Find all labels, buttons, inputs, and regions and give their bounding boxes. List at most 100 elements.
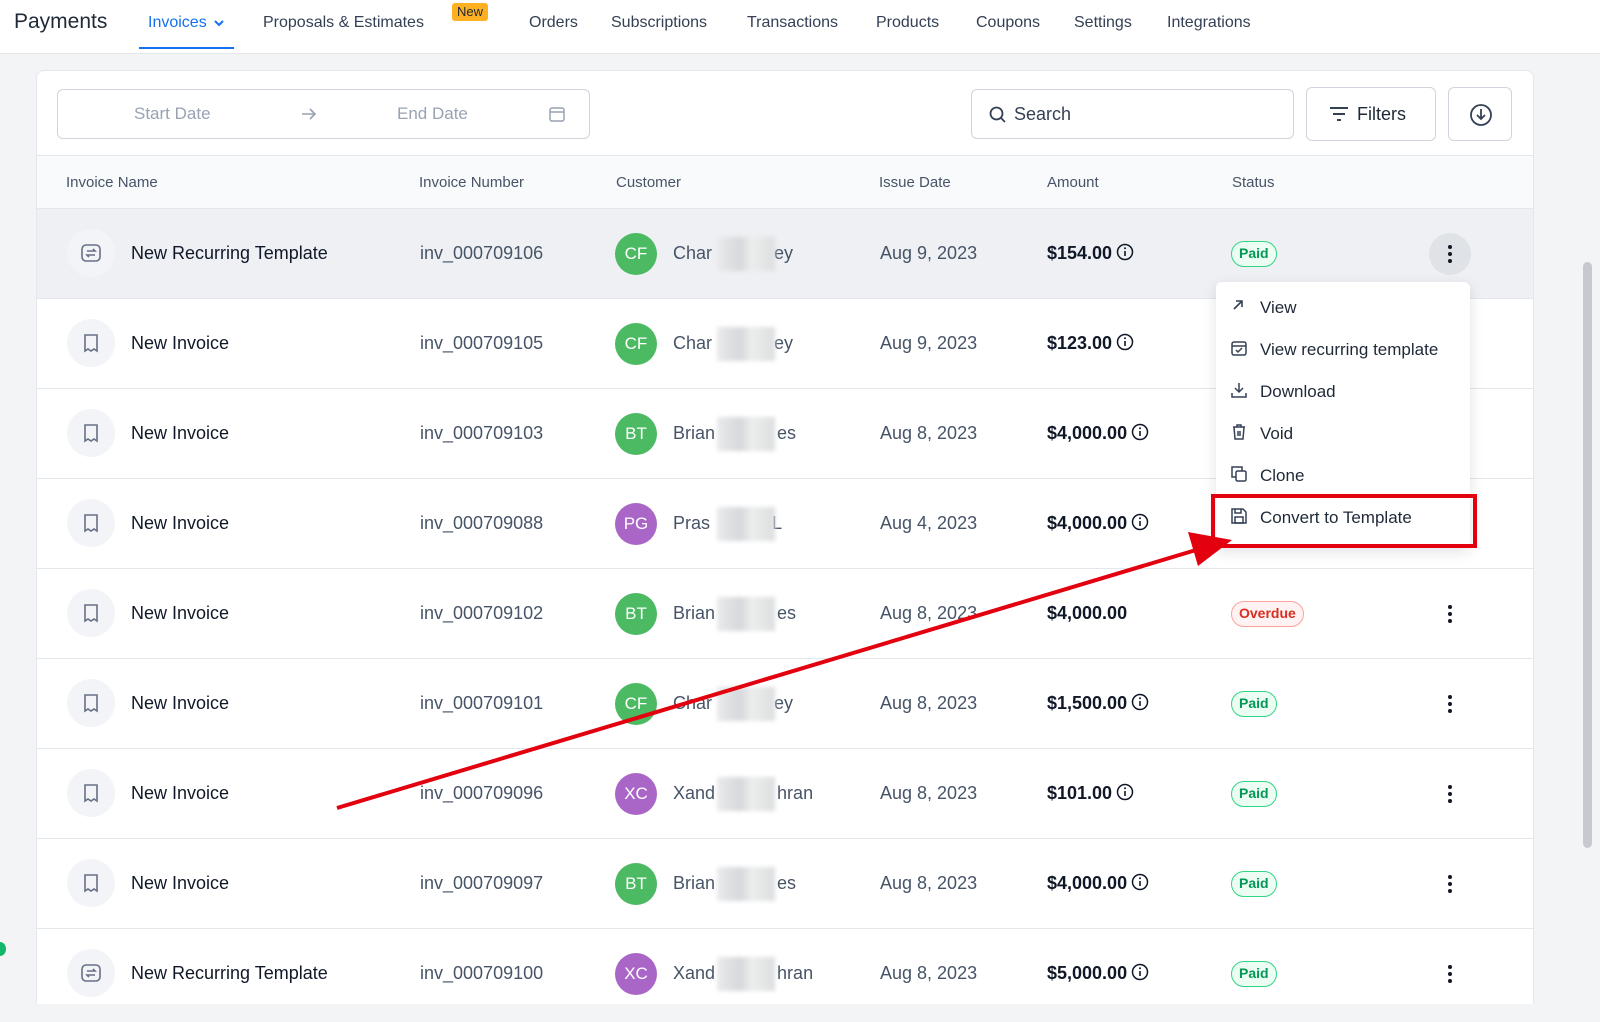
tab-coupons[interactable]: Coupons (976, 14, 1040, 32)
info-icon[interactable] (1131, 423, 1149, 441)
date-range-picker[interactable]: Start Date End Date (57, 89, 590, 139)
table-row[interactable]: New Invoice inv_000709097 BT Brian es Aug 8, … (37, 839, 1533, 929)
column-amount: Amount (1047, 174, 1099, 191)
customer-name-start: Brian (673, 873, 716, 893)
row-actions-button[interactable] (1429, 683, 1471, 725)
amount: $101.00 (1047, 783, 1134, 804)
info-icon[interactable] (1131, 513, 1149, 531)
more-vertical-icon (1448, 245, 1452, 263)
status-dot (0, 942, 6, 956)
table-row[interactable]: New Invoice inv_000709101 CF Char ey Aug 8, 2… (37, 659, 1533, 749)
invoice-name[interactable]: New Recurring Template (131, 963, 328, 984)
tab-settings[interactable]: Settings (1074, 14, 1132, 32)
row-actions-button[interactable] (1429, 773, 1471, 815)
column-status: Status (1232, 174, 1275, 191)
issue-date: Aug 9, 2023 (880, 243, 978, 263)
redaction-blur (717, 957, 775, 991)
invoice-name[interactable]: New Invoice (131, 513, 229, 534)
tab-transactions[interactable]: Transactions (747, 14, 838, 32)
issue-date: Aug 8, 2023 (880, 783, 978, 803)
menu-item-label: Download (1260, 382, 1336, 401)
amount: $5,000.00 (1047, 963, 1149, 984)
filters-button[interactable]: Filters (1306, 87, 1436, 141)
info-icon[interactable] (1116, 333, 1134, 351)
start-date-placeholder: Start Date (134, 104, 211, 123)
amount: $4,000.00 (1047, 873, 1149, 894)
arrow-right-icon (302, 108, 317, 120)
customer-name-end: ey (774, 243, 794, 263)
row-actions-button[interactable] (1429, 233, 1471, 275)
invoice-number: inv_000709101 (420, 693, 544, 713)
menu-item-view-recurring-template[interactable]: View recurring template (1216, 328, 1470, 368)
avatar: BT (615, 593, 657, 635)
new-badge: New (452, 3, 489, 21)
recurring-icon (67, 949, 115, 997)
avatar: CF (615, 323, 657, 365)
customer-name-start: Xand (673, 963, 716, 983)
export-button[interactable] (1448, 87, 1512, 141)
scrollbar-thumb[interactable] (1583, 262, 1592, 848)
more-vertical-icon (1448, 875, 1452, 893)
info-icon[interactable] (1131, 693, 1149, 711)
amount-value: $1,500.00 (1047, 693, 1128, 713)
invoice-name[interactable]: New Invoice (131, 873, 229, 894)
row-actions-button[interactable] (1429, 863, 1471, 905)
status-badge: Paid (1231, 961, 1277, 987)
customer-name-end: es (777, 873, 797, 893)
row-actions-button[interactable] (1429, 593, 1471, 635)
amount: $154.00 (1047, 243, 1134, 264)
app-title: Payments (14, 10, 108, 33)
invoice-number: inv_000709097 (420, 873, 544, 893)
table-header: Invoice Name Invoice Number Customer Iss… (37, 155, 1533, 209)
issue-date: Aug 9, 2023 (880, 333, 978, 353)
more-vertical-icon (1448, 695, 1452, 713)
customer-name-end: ey (774, 693, 794, 713)
search-box[interactable] (971, 89, 1294, 139)
customer-name-start: Brian (673, 423, 716, 443)
invoice-name[interactable]: New Invoice (131, 783, 229, 804)
invoice-name[interactable]: New Invoice (131, 333, 229, 354)
invoice-icon (67, 499, 115, 547)
invoice-name[interactable]: New Invoice (131, 603, 229, 624)
invoice-name[interactable]: New Invoice (131, 423, 229, 444)
tab-invoices[interactable]: Invoices (139, 14, 234, 49)
menu-item-download[interactable]: Download (1216, 370, 1470, 410)
tab-products[interactable]: Products (876, 14, 939, 32)
customer-name-start: Brian (673, 603, 716, 623)
info-icon[interactable] (1116, 243, 1134, 261)
table-row[interactable]: New Invoice inv_000709102 BT Brian es Aug 8, … (37, 569, 1533, 659)
redaction-blur (717, 687, 775, 721)
invoice-icon (67, 409, 115, 457)
menu-item-clone[interactable]: Clone (1216, 454, 1470, 494)
redaction-blur (717, 327, 775, 361)
table-row[interactable]: New Invoice inv_000709096 XC Xand hran Aug 8,… (37, 749, 1533, 839)
info-icon[interactable] (1131, 963, 1149, 981)
customer-name-end: hran (777, 963, 814, 983)
tab-subscriptions[interactable]: Subscriptions (611, 14, 707, 32)
row-actions-button[interactable] (1429, 953, 1471, 995)
table-row[interactable]: New Recurring Template inv_000709100 XC Xan… (37, 929, 1533, 1009)
invoice-number: inv_000709088 (420, 513, 544, 533)
menu-item-view[interactable]: View (1216, 286, 1470, 326)
filter-icon (1330, 107, 1348, 121)
tab-proposals[interactable]: Proposals & Estimates (263, 14, 424, 32)
status-badge: Paid (1231, 691, 1277, 717)
customer-name-end: ey (774, 333, 794, 353)
tab-integrations[interactable]: Integrations (1167, 14, 1251, 32)
menu-item-void[interactable]: Void (1216, 412, 1470, 452)
invoice-name[interactable]: New Invoice (131, 693, 229, 714)
amount-value: $4,000.00 (1047, 873, 1128, 893)
issue-date: Aug 8, 2023 (880, 603, 978, 623)
status-badge: Overdue (1231, 601, 1304, 627)
invoice-name[interactable]: New Recurring Template (131, 243, 328, 264)
issue-date: Aug 8, 2023 (880, 423, 978, 443)
amount-value: $154.00 (1047, 243, 1113, 263)
search-input[interactable] (1014, 101, 1274, 127)
customer-name-end: hran (777, 783, 814, 803)
amount: $4,000.00 (1047, 513, 1149, 534)
tab-orders[interactable]: Orders (529, 14, 578, 32)
customer-name-start: Char (673, 243, 713, 263)
avatar: PG (615, 503, 657, 545)
info-icon[interactable] (1131, 873, 1149, 891)
info-icon[interactable] (1116, 783, 1134, 801)
